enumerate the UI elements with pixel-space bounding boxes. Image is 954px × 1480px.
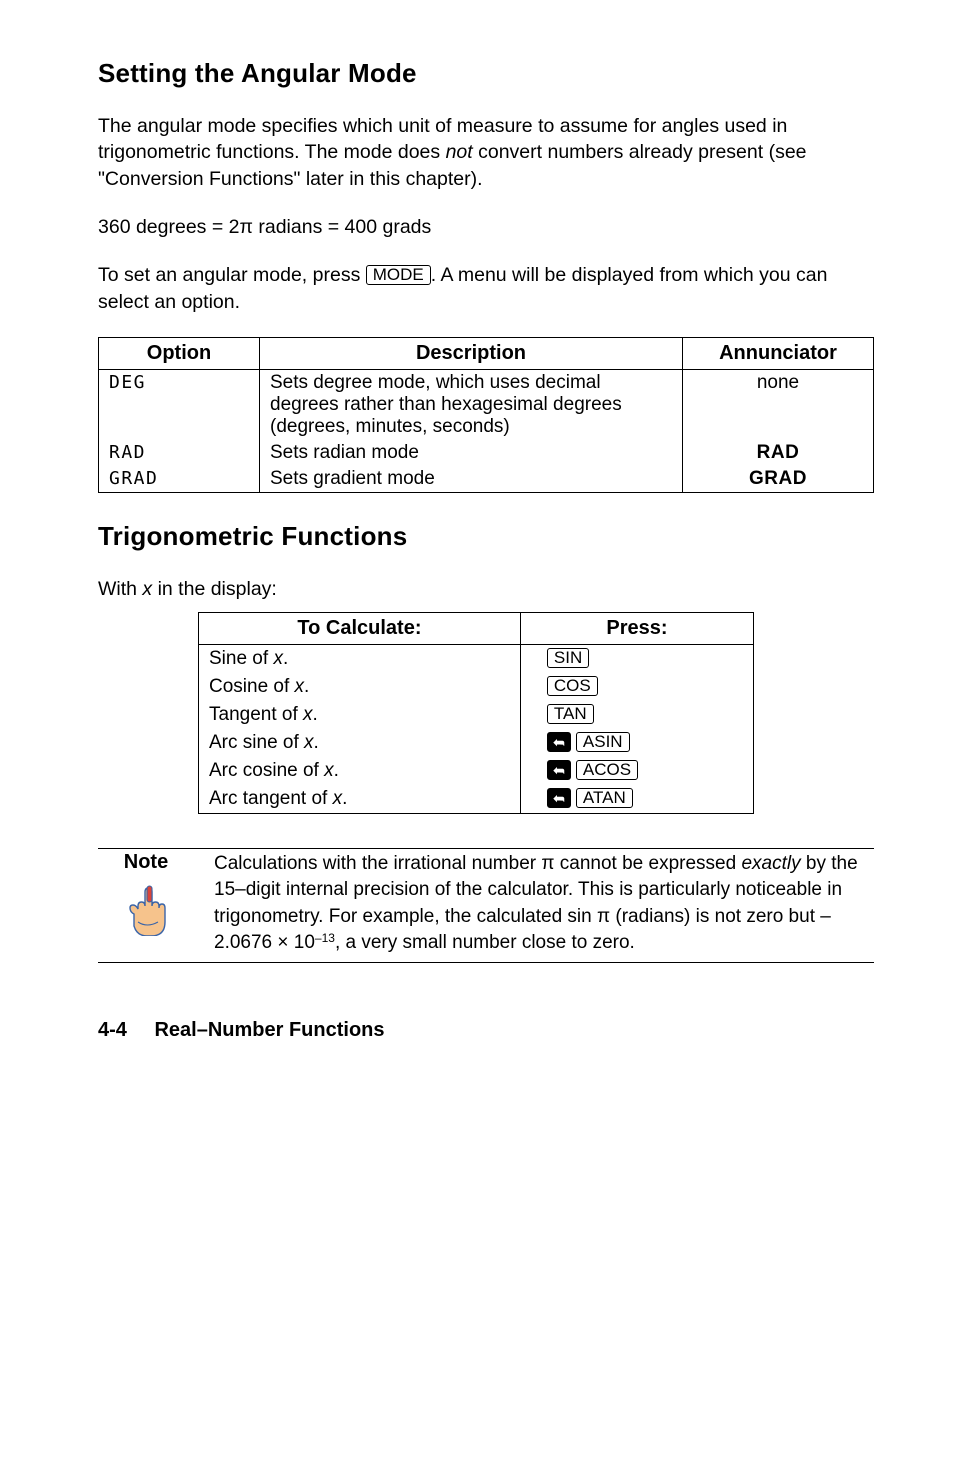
text-variable: x xyxy=(324,760,334,781)
th-description: Description xyxy=(260,337,683,369)
table-row: Sine of x. SIN xyxy=(199,645,754,674)
keycap-shift-icon: ➦ xyxy=(547,732,571,752)
keycap-shift-icon: ➦ xyxy=(547,760,571,780)
calc-label: Cosine of x. xyxy=(199,673,521,701)
page-footer: 4-4 Real–Number Functions xyxy=(98,1019,874,1042)
text-variable: x xyxy=(273,648,283,669)
option-code: RAD xyxy=(109,442,146,463)
options-table: Option Description Annunciator DEG Sets … xyxy=(98,337,874,493)
keycap-asin: ASIN xyxy=(576,732,630,752)
paragraph-equation: 360 degrees = 2π radians = 400 grads xyxy=(98,214,874,240)
trig-table-wrapper: To Calculate: Press: Sine of x. SIN Cosi… xyxy=(198,612,754,814)
paragraph-angular-intro: The angular mode specifies which unit of… xyxy=(98,113,874,192)
note-body: Calculations with the irrational number … xyxy=(214,851,874,956)
keypress-cell: TAN xyxy=(520,701,753,729)
table-row: DEG Sets degree mode, which uses decimal… xyxy=(99,369,874,440)
text-fragment: . xyxy=(314,732,319,753)
table-row: Cosine of x. COS xyxy=(199,673,754,701)
calc-label: Arc sine of x. xyxy=(199,729,521,757)
option-code: DEG xyxy=(109,372,146,393)
table-row: Arc sine of x. ➦ ASIN xyxy=(199,729,754,757)
text-emphasis: not xyxy=(446,141,473,163)
text-fragment: Arc sine of xyxy=(209,732,304,753)
keypress-cell: SIN xyxy=(520,645,753,674)
table-row: RAD Sets radian mode RAD xyxy=(99,440,874,466)
text-fragment: Cosine of xyxy=(209,676,295,697)
keypress-cell: COS xyxy=(520,673,753,701)
note-block: Note Calculations with the irrational nu… xyxy=(98,848,874,963)
keycap-tan: TAN xyxy=(547,704,594,724)
option-annunciator: RAD xyxy=(757,442,800,463)
keycap-shift-icon: ➦ xyxy=(547,788,571,808)
text-fragment: Arc tangent of xyxy=(209,788,333,809)
table-row: Tangent of x. TAN xyxy=(199,701,754,729)
option-code: GRAD xyxy=(109,468,158,489)
table-row: Arc tangent of x. ➦ ATAN xyxy=(199,785,754,814)
option-desc: Sets degree mode, which uses decimal deg… xyxy=(260,369,683,440)
text-fragment: With xyxy=(98,578,142,600)
text-variable: x xyxy=(142,578,152,600)
table-header-row: Option Description Annunciator xyxy=(99,337,874,369)
text-fragment: Calculations with the irrational number … xyxy=(214,853,741,874)
text-fragment: Tangent of xyxy=(209,704,303,725)
text-fragment: . xyxy=(342,788,347,809)
keypress-cell: ➦ ASIN xyxy=(520,729,753,757)
keycap-mode: MODE xyxy=(366,265,431,285)
heading-trig-functions: Trigonometric Functions xyxy=(98,521,874,552)
text-fragment: . xyxy=(304,676,309,697)
keycap-sin: SIN xyxy=(547,648,589,668)
th-calculate: To Calculate: xyxy=(199,613,521,645)
text-fragment: . xyxy=(313,704,318,725)
text-variable: x xyxy=(295,676,305,697)
text-fragment: . xyxy=(283,648,288,669)
option-desc: Sets radian mode xyxy=(260,440,683,466)
th-option: Option xyxy=(99,337,260,369)
th-press: Press: xyxy=(520,613,753,645)
text-fragment: in the display: xyxy=(152,578,277,600)
heading-angular-mode: Setting the Angular Mode xyxy=(98,58,874,89)
keycap-acos: ACOS xyxy=(576,760,638,780)
chapter-title: Real–Number Functions xyxy=(154,1019,384,1041)
hand-pointer-icon xyxy=(125,884,167,936)
table-row: Arc cosine of x. ➦ ACOS xyxy=(199,757,754,785)
text-fragment: Arc cosine of xyxy=(209,760,324,781)
paragraph-trig-lead: With x in the display: xyxy=(98,576,874,602)
text-fragment: To set an angular mode, press xyxy=(98,264,366,286)
table-row: GRAD Sets gradient mode GRAD xyxy=(99,466,874,493)
calc-label: Tangent of x. xyxy=(199,701,521,729)
keycap-cos: COS xyxy=(547,676,598,696)
text-fragment: Sine of xyxy=(209,648,273,669)
page-content: Setting the Angular Mode The angular mod… xyxy=(0,0,954,1102)
note-left-column: Note xyxy=(98,851,194,956)
paragraph-mode-instruction: To set an angular mode, press MODE. A me… xyxy=(98,262,874,315)
calc-label: Sine of x. xyxy=(199,645,521,674)
keypress-cell: ➦ ATAN xyxy=(520,785,753,814)
th-annunciator: Annunciator xyxy=(683,337,874,369)
keypress-cell: ➦ ACOS xyxy=(520,757,753,785)
text-fragment: . xyxy=(334,760,339,781)
option-annunciator: none xyxy=(683,369,874,440)
text-exponent: –13 xyxy=(315,931,335,945)
text-variable: x xyxy=(303,704,313,725)
table-header-row: To Calculate: Press: xyxy=(199,613,754,645)
text-emphasis: exactly xyxy=(741,853,800,874)
trig-table: To Calculate: Press: Sine of x. SIN Cosi… xyxy=(198,612,754,814)
page-number: 4-4 xyxy=(98,1019,127,1041)
option-desc: Sets gradient mode xyxy=(260,466,683,493)
note-label: Note xyxy=(98,851,194,874)
text-variable: x xyxy=(333,788,343,809)
text-variable: x xyxy=(304,732,314,753)
option-annunciator: GRAD xyxy=(749,468,807,489)
calc-label: Arc tangent of x. xyxy=(199,785,521,814)
keycap-atan: ATAN xyxy=(576,788,633,808)
calc-label: Arc cosine of x. xyxy=(199,757,521,785)
text-fragment: , a very small number close to zero. xyxy=(335,932,635,953)
